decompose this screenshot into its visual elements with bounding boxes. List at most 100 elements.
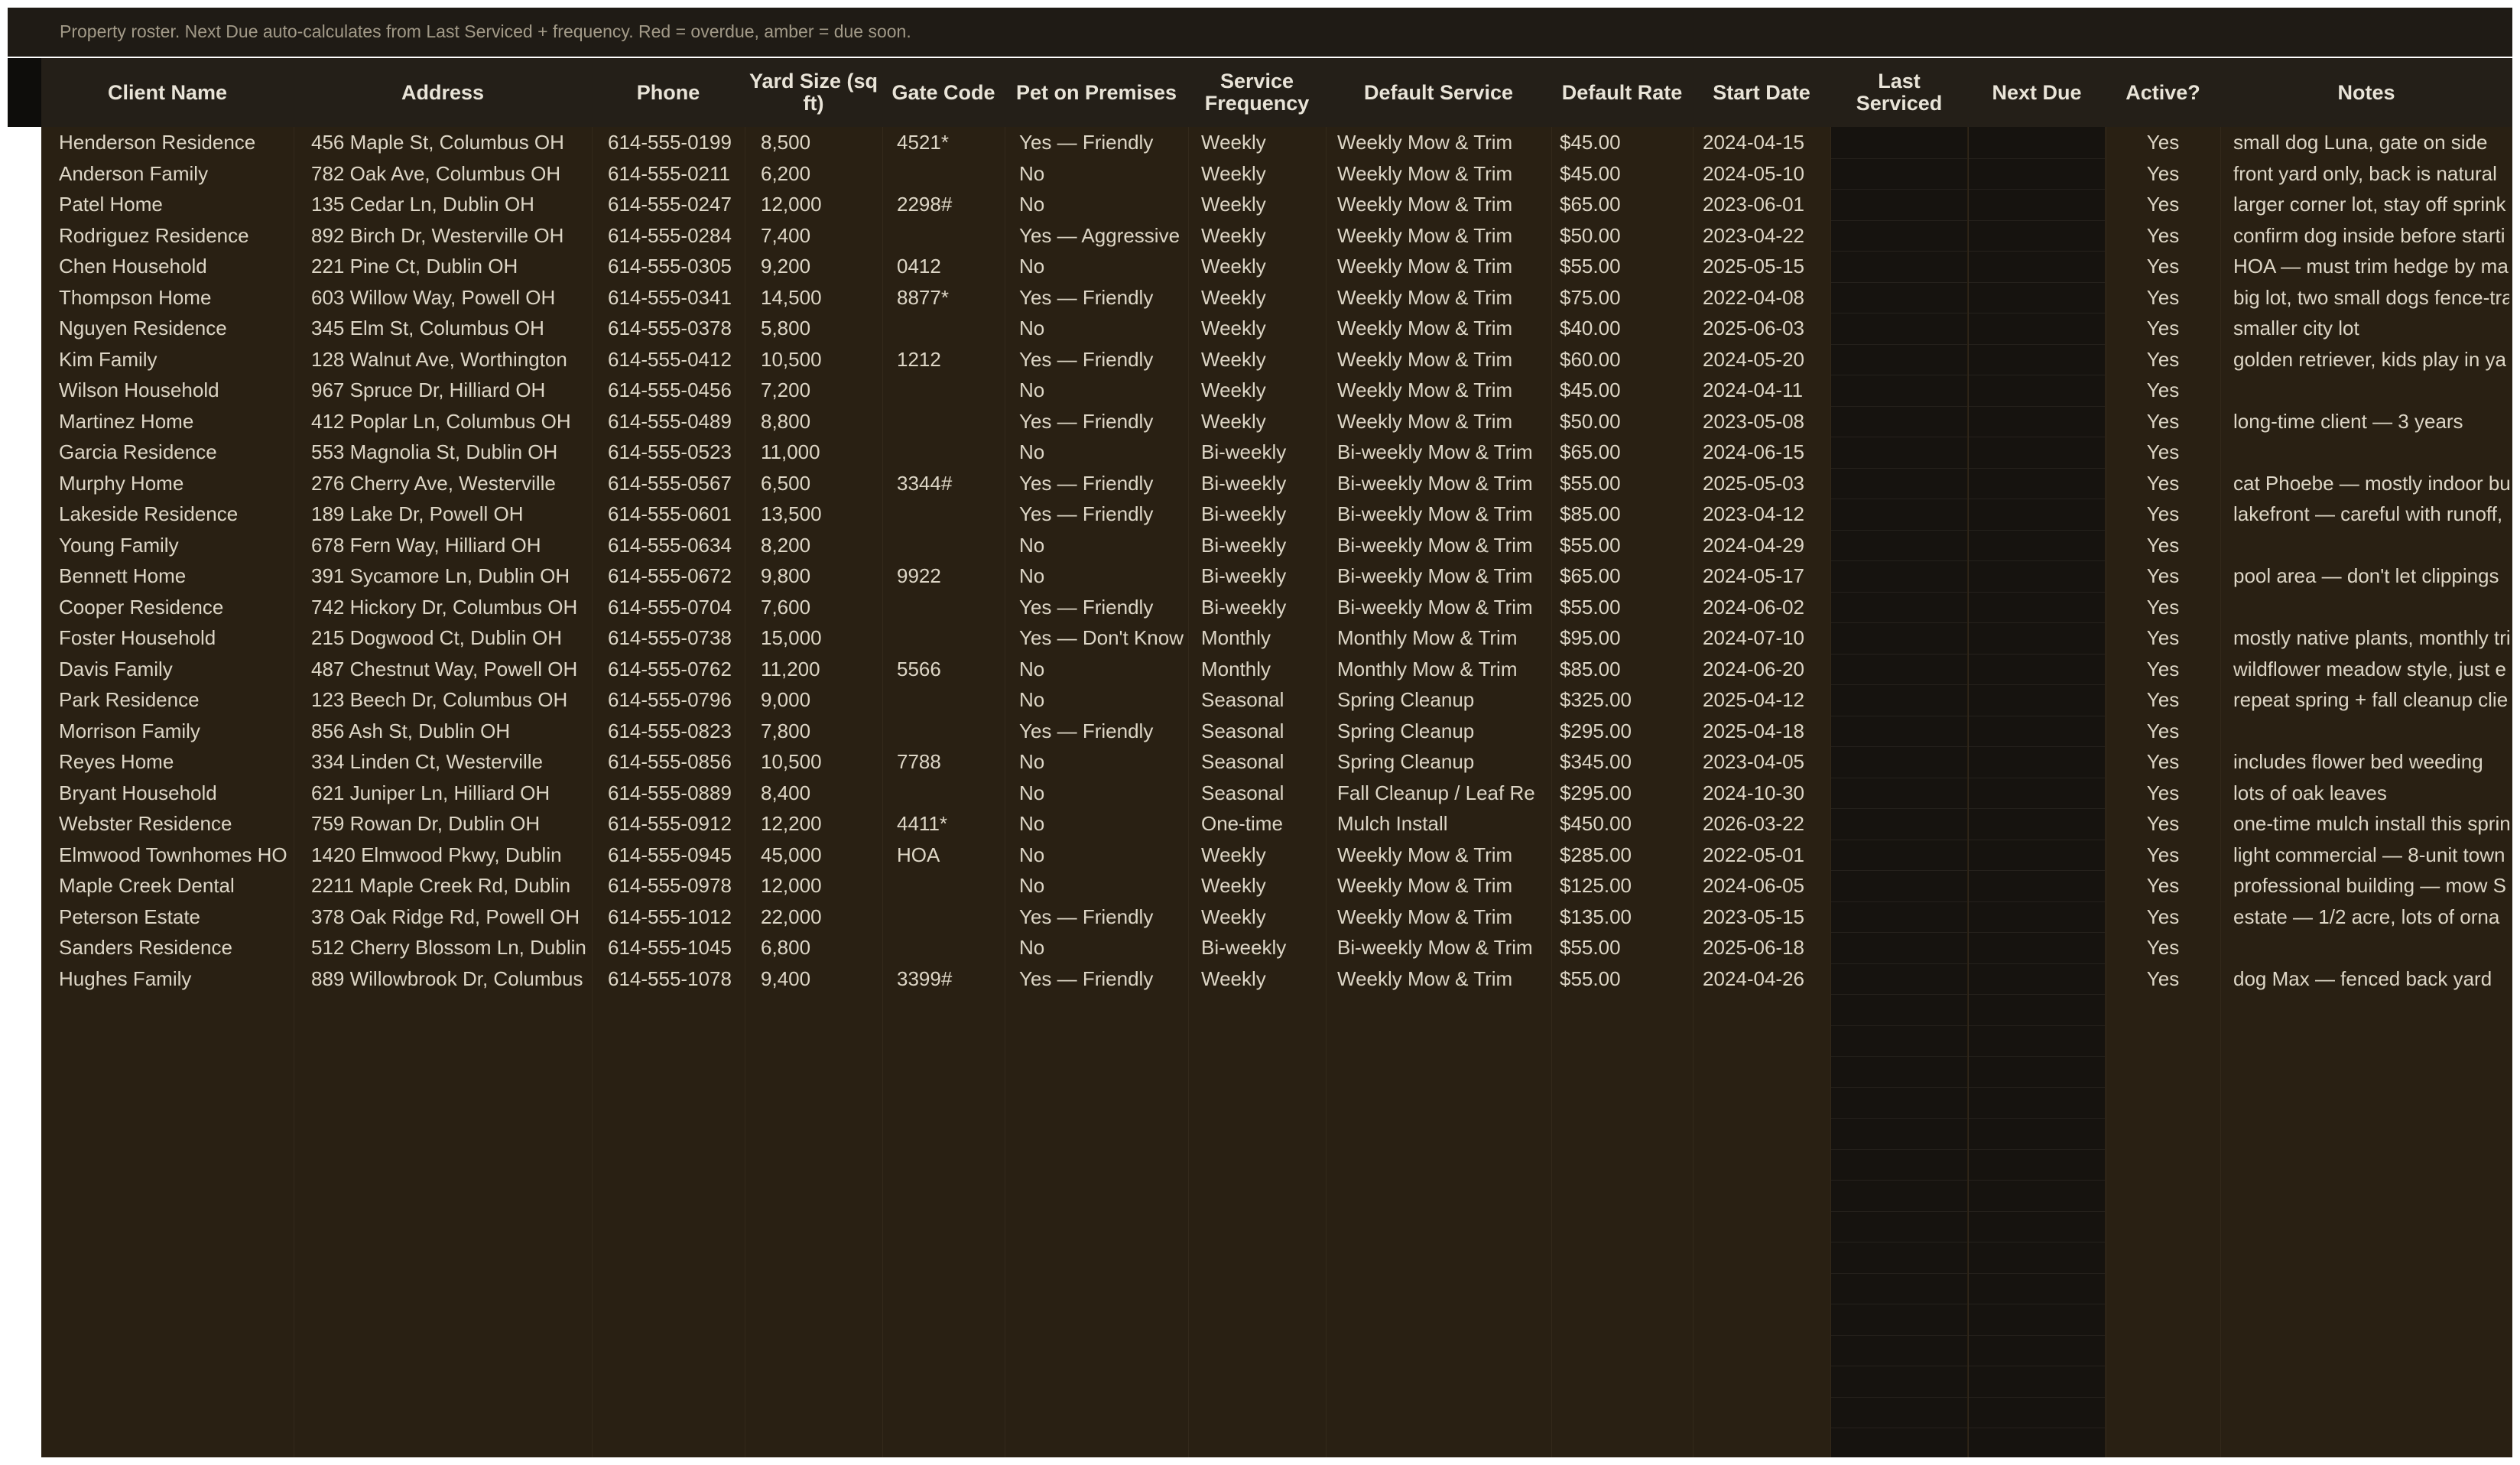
cell-notes[interactable]: lakefront — careful with runoff, xyxy=(2233,499,2509,530)
cell-yard[interactable]: 11,200 xyxy=(761,654,879,685)
cell-phone[interactable]: 614-555-0978 xyxy=(608,870,742,901)
cell-yard[interactable]: 22,000 xyxy=(761,901,879,933)
cell-client[interactable]: Hughes Family xyxy=(59,963,291,995)
cell-pet[interactable]: No xyxy=(1019,932,1185,963)
cell-phone[interactable]: 614-555-1045 xyxy=(608,932,742,963)
cell-notes[interactable]: pool area — don't let clippings xyxy=(2233,560,2509,592)
cell-active[interactable]: Yes xyxy=(2106,808,2220,840)
cell-pet[interactable]: No xyxy=(1019,189,1185,220)
table-row[interactable]: Wilson Household 967 Spruce Dr, Hilliard … xyxy=(41,375,2512,406)
cell-client[interactable]: Patel Home xyxy=(59,189,291,220)
cell-phone[interactable]: 614-555-0634 xyxy=(608,530,742,561)
cell-next[interactable] xyxy=(1968,313,2103,344)
cell-next[interactable] xyxy=(1968,560,2103,592)
cell-last[interactable] xyxy=(1830,468,1965,499)
cell-last[interactable] xyxy=(1830,592,1965,623)
cell-phone[interactable]: 614-555-0672 xyxy=(608,560,742,592)
cell-last[interactable] xyxy=(1830,778,1965,809)
cell-notes[interactable]: repeat spring + fall cleanup clie xyxy=(2233,684,2509,716)
header-service[interactable]: Default Service xyxy=(1326,58,1551,127)
cell-gate[interactable]: 8877* xyxy=(897,282,1002,313)
cell-address[interactable]: 759 Rowan Dr, Dublin OH xyxy=(311,808,589,840)
cell-phone[interactable]: 614-555-0762 xyxy=(608,654,742,685)
cell-gate[interactable] xyxy=(897,778,1002,809)
cell-yard[interactable]: 14,500 xyxy=(761,282,879,313)
cell-start[interactable]: 2023-04-05 xyxy=(1703,746,1827,778)
cell-service[interactable]: Weekly Mow & Trim xyxy=(1337,870,1548,901)
cell-yard[interactable]: 6,200 xyxy=(761,158,879,190)
header-last[interactable]: Last Serviced xyxy=(1830,58,1968,127)
cell-yard[interactable]: 13,500 xyxy=(761,499,879,530)
cell-next[interactable] xyxy=(1968,220,2103,252)
cell-gate[interactable] xyxy=(897,622,1002,654)
cell-notes[interactable]: larger corner lot, stay off sprink xyxy=(2233,189,2509,220)
cell-address[interactable]: 391 Sycamore Ln, Dublin OH xyxy=(311,560,589,592)
cell-pet[interactable]: Yes — Friendly xyxy=(1019,127,1185,158)
cell-gate[interactable] xyxy=(897,406,1002,437)
cell-start[interactable]: 2024-05-17 xyxy=(1703,560,1827,592)
cell-service[interactable]: Bi-weekly Mow & Trim xyxy=(1337,530,1548,561)
cell-rate[interactable]: $65.00 xyxy=(1560,437,1690,468)
cell-service[interactable]: Weekly Mow & Trim xyxy=(1337,901,1548,933)
table-row[interactable]: Peterson Estate 378 Oak Ridge Rd, Powell … xyxy=(41,901,2512,933)
cell-yard[interactable]: 5,800 xyxy=(761,313,879,344)
cell-next[interactable] xyxy=(1968,840,2103,871)
cell-address[interactable]: 2211 Maple Creek Rd, Dublin xyxy=(311,870,589,901)
cell-notes[interactable]: confirm dog inside before starti xyxy=(2233,220,2509,252)
cell-notes[interactable]: professional building — mow S xyxy=(2233,870,2509,901)
cell-yard[interactable]: 7,600 xyxy=(761,592,879,623)
cell-last[interactable] xyxy=(1830,437,1965,468)
cell-active[interactable]: Yes xyxy=(2106,251,2220,282)
table-row[interactable]: Maple Creek Dental 2211 Maple Creek Rd, D… xyxy=(41,870,2512,901)
table-row[interactable]: Anderson Family 782 Oak Ave, Columbus OH 6… xyxy=(41,158,2512,190)
table-row[interactable]: Foster Household 215 Dogwood Ct, Dublin O… xyxy=(41,622,2512,654)
cell-freq[interactable]: Bi-weekly xyxy=(1201,530,1323,561)
cell-client[interactable]: Henderson Residence xyxy=(59,127,291,158)
cell-pet[interactable]: No xyxy=(1019,158,1185,190)
cell-address[interactable]: 334 Linden Ct, Westerville xyxy=(311,746,589,778)
cell-rate[interactable]: $125.00 xyxy=(1560,870,1690,901)
cell-freq[interactable]: Weekly xyxy=(1201,282,1323,313)
cell-start[interactable]: 2022-05-01 xyxy=(1703,840,1827,871)
cell-notes[interactable]: mostly native plants, monthly tri xyxy=(2233,622,2509,654)
cell-active[interactable]: Yes xyxy=(2106,622,2220,654)
cell-pet[interactable]: Yes — Friendly xyxy=(1019,282,1185,313)
cell-pet[interactable]: Yes — Friendly xyxy=(1019,901,1185,933)
cell-freq[interactable]: Seasonal xyxy=(1201,716,1323,747)
cell-gate[interactable] xyxy=(897,220,1002,252)
cell-address[interactable]: 276 Cherry Ave, Westerville xyxy=(311,468,589,499)
cell-rate[interactable]: $55.00 xyxy=(1560,251,1690,282)
cell-notes[interactable]: big lot, two small dogs fence-tra xyxy=(2233,282,2509,313)
cell-client[interactable]: Anderson Family xyxy=(59,158,291,190)
cell-freq[interactable]: Weekly xyxy=(1201,840,1323,871)
cell-last[interactable] xyxy=(1830,654,1965,685)
cell-pet[interactable]: No xyxy=(1019,778,1185,809)
cell-address[interactable]: 487 Chestnut Way, Powell OH xyxy=(311,654,589,685)
header-next[interactable]: Next Due xyxy=(1968,58,2106,127)
table-row[interactable]: Webster Residence 759 Rowan Dr, Dublin OH… xyxy=(41,808,2512,840)
cell-gate[interactable]: 1212 xyxy=(897,344,1002,375)
cell-active[interactable]: Yes xyxy=(2106,158,2220,190)
cell-client[interactable]: Murphy Home xyxy=(59,468,291,499)
cell-next[interactable] xyxy=(1968,375,2103,406)
cell-rate[interactable]: $345.00 xyxy=(1560,746,1690,778)
cell-rate[interactable]: $40.00 xyxy=(1560,313,1690,344)
header-phone[interactable]: Phone xyxy=(592,58,745,127)
cell-service[interactable]: Bi-weekly Mow & Trim xyxy=(1337,499,1548,530)
cell-pet[interactable]: No xyxy=(1019,870,1185,901)
cell-freq[interactable]: Weekly xyxy=(1201,375,1323,406)
cell-rate[interactable]: $45.00 xyxy=(1560,375,1690,406)
cell-service[interactable]: Bi-weekly Mow & Trim xyxy=(1337,560,1548,592)
cell-service[interactable]: Fall Cleanup / Leaf Re xyxy=(1337,778,1548,809)
cell-client[interactable]: Lakeside Residence xyxy=(59,499,291,530)
cell-notes[interactable]: small dog Luna, gate on side xyxy=(2233,127,2509,158)
cell-next[interactable] xyxy=(1968,189,2103,220)
cell-start[interactable]: 2024-07-10 xyxy=(1703,622,1827,654)
cell-next[interactable] xyxy=(1968,808,2103,840)
cell-next[interactable] xyxy=(1968,684,2103,716)
cell-client[interactable]: Rodriguez Residence xyxy=(59,220,291,252)
cell-rate[interactable]: $75.00 xyxy=(1560,282,1690,313)
cell-yard[interactable]: 11,000 xyxy=(761,437,879,468)
cell-active[interactable]: Yes xyxy=(2106,870,2220,901)
cell-phone[interactable]: 614-555-0945 xyxy=(608,840,742,871)
